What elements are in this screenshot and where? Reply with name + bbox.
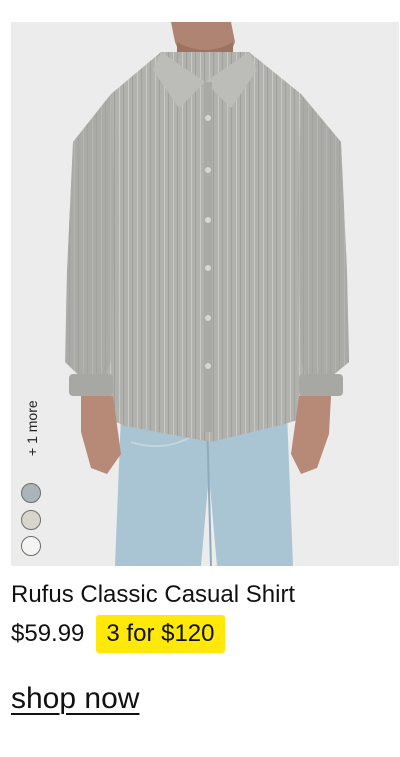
color-swatch-stone[interactable]	[21, 510, 41, 530]
price-row: $59.99 3 for $120	[11, 614, 225, 654]
promo-badge: 3 for $120	[96, 615, 225, 653]
more-colors-label[interactable]: + 1 more	[21, 388, 43, 456]
color-swatch-rail: + 1 more	[20, 388, 44, 558]
color-swatch-grey-blue[interactable]	[21, 483, 41, 503]
product-name[interactable]: Rufus Classic Casual Shirt	[11, 578, 295, 612]
shop-now-link[interactable]: shop now	[11, 680, 139, 718]
product-photo	[11, 22, 399, 566]
product-card[interactable]: + 1 more Rufus Classic Casual Shirt $59.…	[0, 0, 400, 757]
product-price: $59.99	[11, 620, 85, 647]
product-image-frame[interactable]: + 1 more	[11, 22, 399, 566]
color-swatch-white[interactable]	[21, 536, 41, 556]
